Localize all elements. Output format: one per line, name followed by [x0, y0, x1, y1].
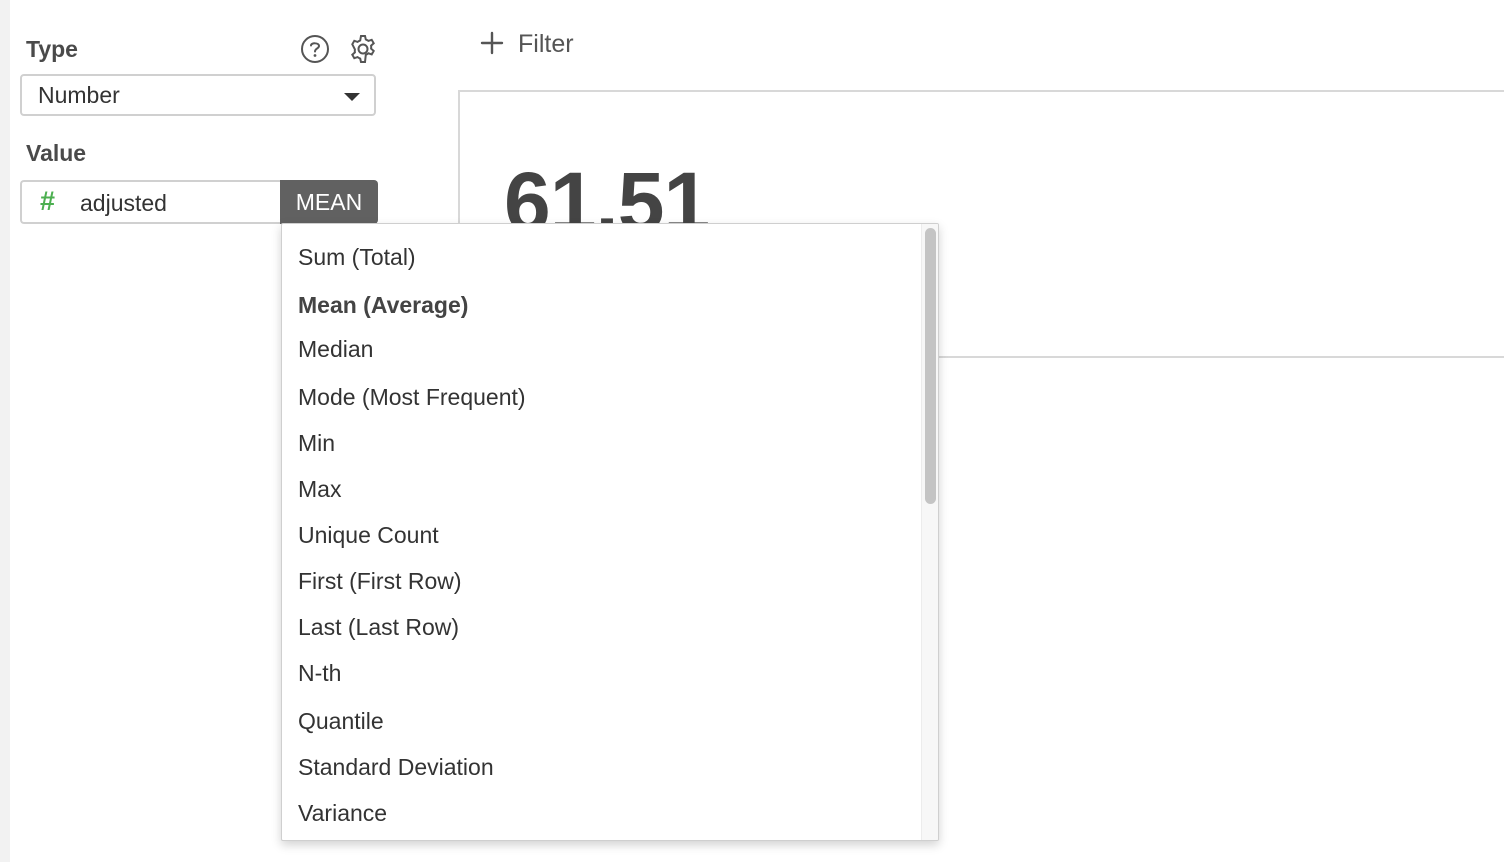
- menu-item-unique-count[interactable]: Unique Count: [298, 522, 439, 549]
- menu-item-mean[interactable]: Mean (Average): [298, 292, 468, 319]
- gear-icon[interactable]: [348, 34, 378, 64]
- value-field[interactable]: # adjusted: [20, 180, 282, 224]
- menu-item-sum[interactable]: Sum (Total): [298, 244, 416, 271]
- field-name: adjusted: [80, 190, 167, 216]
- menu-item-variance[interactable]: Variance: [298, 800, 387, 827]
- type-select-value: Number: [38, 82, 120, 108]
- left-edge-strip: [0, 0, 10, 862]
- menu-item-min[interactable]: Min: [298, 430, 335, 457]
- menu-item-last[interactable]: Last (Last Row): [298, 614, 459, 641]
- menu-item-max[interactable]: Max: [298, 476, 341, 503]
- menu-item-first[interactable]: First (First Row): [298, 568, 462, 595]
- menu-item-mode[interactable]: Mode (Most Frequent): [298, 384, 526, 411]
- menu-item-median[interactable]: Median: [298, 336, 373, 363]
- dropdown-scrollbar[interactable]: [921, 224, 938, 840]
- type-label: Type: [26, 36, 78, 62]
- scrollbar-thumb[interactable]: [925, 228, 936, 504]
- value-label: Value: [26, 140, 87, 166]
- menu-item-quantile[interactable]: Quantile: [298, 708, 384, 735]
- help-icon[interactable]: [300, 34, 330, 64]
- aggregation-dropdown: Sum (Total) Mean (Average) Median Mode (…: [281, 223, 939, 841]
- menu-item-standard-deviation[interactable]: Standard Deviation: [298, 754, 494, 781]
- type-select[interactable]: Number: [20, 74, 376, 116]
- plus-icon: [478, 26, 506, 60]
- menu-item-nth[interactable]: N-th: [298, 660, 341, 687]
- chevron-down-icon: [344, 93, 360, 101]
- number-type-icon: #: [40, 186, 56, 216]
- filter-label: Filter: [518, 30, 574, 58]
- aggregation-button[interactable]: MEAN: [280, 180, 378, 224]
